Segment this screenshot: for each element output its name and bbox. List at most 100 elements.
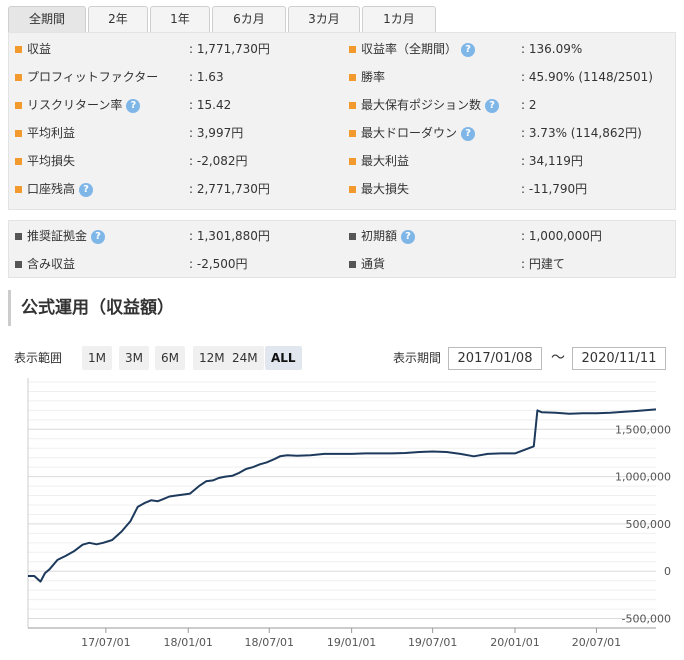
x-tick-label: 20/07/01 — [572, 636, 621, 649]
x-tick-label: 18/01/01 — [164, 636, 213, 649]
y-tick-label: -500,000 — [622, 613, 671, 626]
margin-panel: 推奨証拠金? : 1,301,880円含み収益 : -2,500円 初期額? : 1,0… — [8, 220, 676, 278]
stat-value: : 1,771,730円 — [189, 42, 270, 56]
stat-row: 最大利益 : 34,119円 — [349, 147, 669, 175]
y-tick-label: 0 — [664, 565, 671, 578]
bullet-icon — [15, 158, 22, 165]
period-tabs: 全期間 2年 1年 6カ月 3カ月 1カ月 — [8, 6, 438, 33]
x-tick-label: 20/01/01 — [490, 636, 539, 649]
section-title: 公式運用（収益額） — [8, 290, 174, 326]
period-label: 表示期間 — [393, 351, 442, 365]
stat-value: : 1,301,880円 — [189, 229, 270, 243]
help-icon[interactable]: ? — [79, 183, 94, 197]
bullet-icon — [349, 102, 356, 109]
stat-label: 勝率 — [361, 70, 386, 84]
help-icon[interactable]: ? — [461, 127, 476, 141]
date-to-input[interactable]: 2020/11/11 — [572, 347, 666, 370]
profit-line-chart: -500,000 0 500,000 1,000,000 1,500,000 17/07/… — [27, 378, 671, 649]
stat-label: 口座残高? — [27, 175, 94, 203]
stat-row: 推奨証拠金? : 1,301,880円 — [15, 222, 335, 250]
bullet-icon — [15, 186, 22, 193]
stat-label: 最大利益 — [361, 154, 410, 168]
stat-value: : 3,997円 — [189, 126, 244, 140]
stat-row: 含み収益 : -2,500円 — [15, 250, 335, 278]
stat-value: : 2,771,730円 — [189, 182, 270, 196]
date-from-input[interactable]: 2017/01/08 — [448, 347, 542, 370]
bullet-icon — [15, 46, 22, 53]
range-button-12m[interactable]: 12M — [193, 346, 231, 370]
stat-value: : 1,000,000円 — [521, 229, 602, 243]
stat-row: 通貨 : 円建て — [349, 250, 669, 278]
range-button-6m[interactable]: 6M — [155, 346, 185, 370]
stat-row: 平均損失 : -2,082円 — [15, 147, 335, 175]
bullet-icon — [349, 261, 356, 268]
stat-row: プロフィットファクター : 1.63 — [15, 63, 335, 91]
help-icon[interactable]: ? — [461, 43, 476, 57]
stat-value: : 45.90% (1148/2501) — [521, 70, 653, 84]
stat-value: : 1.63 — [189, 70, 224, 84]
stat-row: 平均利益 : 3,997円 — [15, 119, 335, 147]
stat-label: 含み収益 — [27, 257, 76, 271]
stat-row: 初期額? : 1,000,000円 — [349, 222, 669, 250]
stat-row: 収益率（全期間）? : 136.09% — [349, 35, 669, 63]
tab-1[interactable]: 2年 — [88, 6, 148, 33]
x-tick-label: 19/07/01 — [408, 636, 457, 649]
stat-label: 収益率（全期間）? — [361, 35, 476, 63]
stat-label: 通貨 — [361, 257, 386, 271]
stat-row: 勝率 : 45.90% (1148/2501) — [349, 63, 669, 91]
bullet-icon — [349, 233, 356, 240]
tab-0[interactable]: 全期間 — [8, 6, 86, 33]
bullet-icon — [349, 74, 356, 81]
range-button-3m[interactable]: 3M — [119, 346, 149, 370]
stat-label: プロフィットファクター — [27, 70, 159, 84]
y-tick-label: 1,500,000 — [615, 423, 671, 436]
stat-value: : 円建て — [521, 257, 565, 271]
bullet-icon — [15, 130, 22, 137]
tab-2[interactable]: 1年 — [150, 6, 210, 33]
stat-label: 推奨証拠金? — [27, 222, 106, 250]
stat-label: 最大損失 — [361, 182, 410, 196]
bullet-icon — [15, 261, 22, 268]
stat-label: 最大保有ポジション数? — [361, 91, 500, 119]
bullet-icon — [349, 130, 356, 137]
stat-row: 最大損失: -11,790円 — [349, 175, 669, 203]
tab-4[interactable]: 3カ月 — [288, 6, 360, 33]
bullet-icon — [15, 74, 22, 81]
x-tick-label: 19/01/01 — [327, 636, 376, 649]
help-icon[interactable]: ? — [485, 99, 500, 113]
bullet-icon — [349, 186, 356, 193]
help-icon[interactable]: ? — [91, 230, 106, 244]
x-tick-label: 17/07/01 — [81, 636, 130, 649]
stat-row: 最大保有ポジション数?: 2 — [349, 91, 669, 119]
bullet-icon — [15, 233, 22, 240]
stat-value: : -2,082円 — [189, 154, 248, 168]
stat-value: : -2,500円 — [189, 257, 248, 271]
tab-5[interactable]: 1カ月 — [362, 6, 436, 33]
help-icon[interactable]: ? — [401, 230, 416, 244]
stat-label: リスクリターン率? — [27, 91, 141, 119]
stat-label: 初期額? — [361, 222, 416, 250]
stat-label: 収益 — [27, 42, 52, 56]
stat-label: 平均利益 — [27, 126, 76, 140]
bullet-icon — [15, 102, 22, 109]
stat-label: 最大ドローダウン? — [361, 119, 476, 147]
bullet-icon — [349, 158, 356, 165]
tab-3[interactable]: 6カ月 — [212, 6, 286, 33]
bullet-icon — [349, 46, 356, 53]
y-tick-label: 1,000,000 — [615, 471, 671, 484]
stat-value: : 136.09% — [521, 42, 583, 56]
range-button-24m[interactable]: 24M — [226, 346, 264, 370]
stat-row: リスクリターン率? : 15.42 — [15, 91, 335, 119]
stat-value: : 34,119円 — [521, 154, 583, 168]
stat-row: 口座残高? : 2,771,730円 — [15, 175, 335, 203]
stat-value: : 15.42 — [189, 98, 232, 112]
range-button-1m[interactable]: 1M — [82, 346, 112, 370]
stat-row: 最大ドローダウン? : 3.73% (114,862円) — [349, 119, 669, 147]
stat-label: 平均損失 — [27, 154, 76, 168]
stats-panel: 収益 : 1,771,730円プロフィットファクター : 1.63 リスクリターン率?… — [8, 32, 676, 210]
range-button-all[interactable]: ALL — [265, 346, 302, 370]
help-icon[interactable]: ? — [126, 99, 141, 113]
x-tick-label: 18/07/01 — [245, 636, 294, 649]
stat-value: : 3.73% (114,862円) — [521, 126, 642, 140]
period-separator: 〜 — [551, 350, 565, 366]
